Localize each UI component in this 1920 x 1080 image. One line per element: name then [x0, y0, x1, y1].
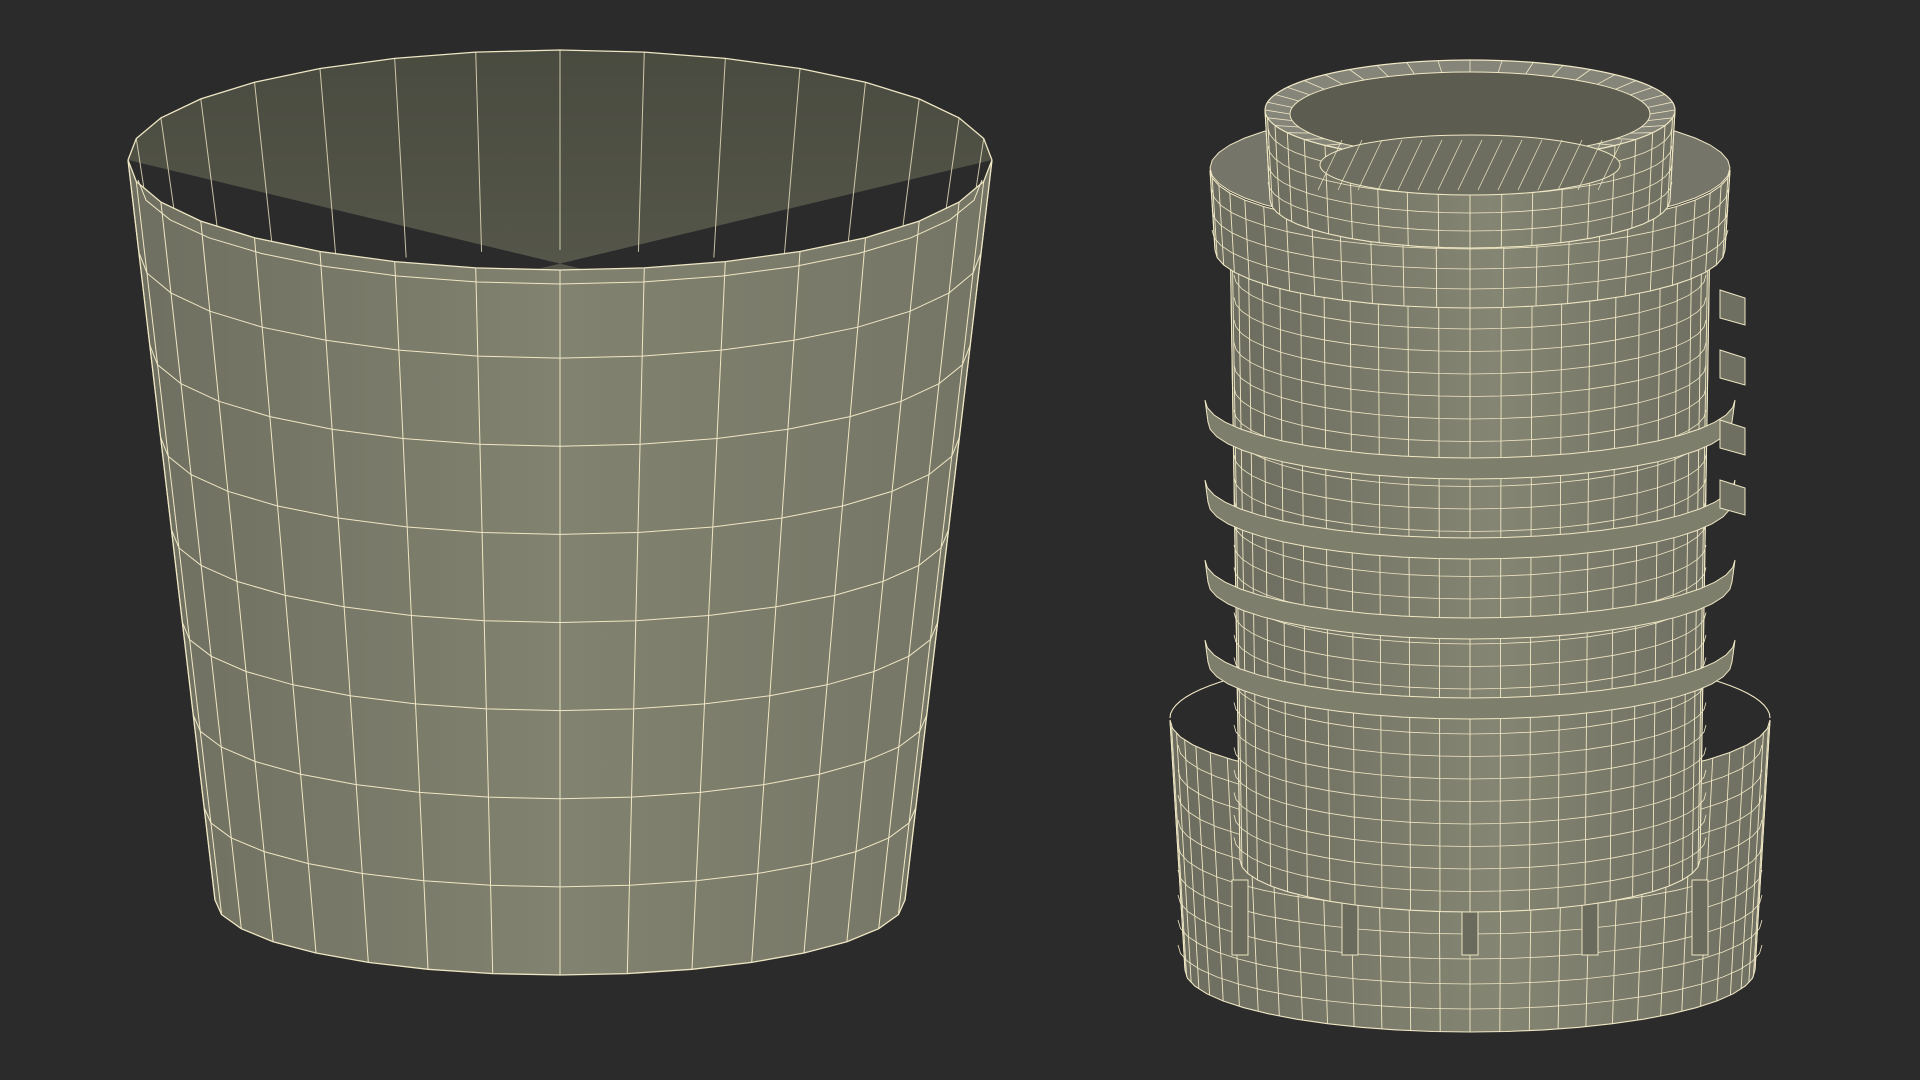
plain-pot-wireframe: [127, 49, 993, 976]
saucer-notch: [1691, 879, 1709, 956]
nursery-pot-insert-wireframe: [1169, 59, 1771, 1033]
wireframe-render: [0, 0, 1920, 1080]
viewport: [0, 0, 1920, 1080]
saucer-notch: [1231, 879, 1249, 956]
